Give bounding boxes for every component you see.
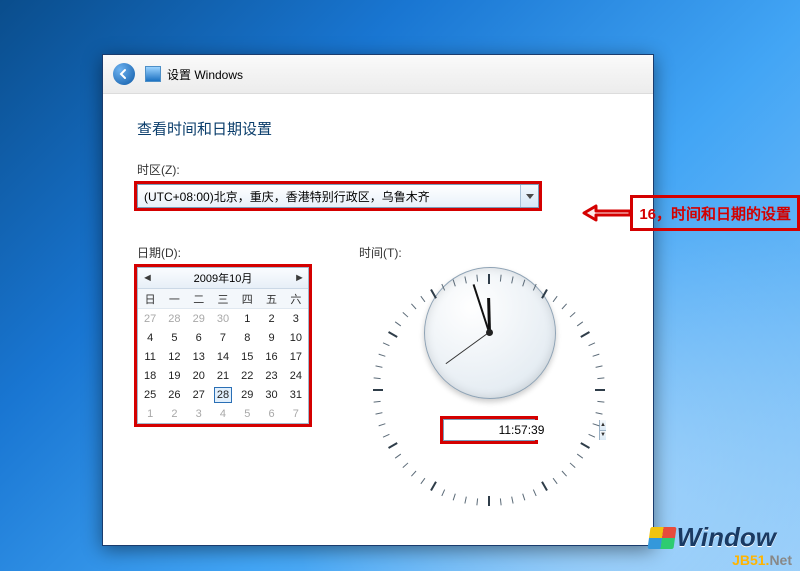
dialog-header: 设置 Windows [103, 55, 653, 94]
windows-setup-icon [145, 66, 161, 82]
calendar-day[interactable]: 5 [235, 404, 259, 423]
calendar-prev-month[interactable]: ◄ [142, 272, 152, 284]
calendar-day[interactable]: 13 [187, 347, 211, 366]
calendar-day[interactable]: 18 [138, 366, 162, 385]
calendar-day[interactable]: 8 [235, 328, 259, 347]
time-input[interactable] [444, 420, 599, 440]
calendar-day[interactable]: 3 [187, 404, 211, 423]
time-label: 时间(T): [359, 244, 619, 261]
back-button[interactable] [113, 63, 135, 85]
calendar-day[interactable]: 19 [162, 366, 186, 385]
calendar-day[interactable]: 27 [187, 385, 211, 404]
annotation-callout: 16，时间和日期的设置 [582, 196, 800, 230]
arrow-left-icon [582, 204, 630, 222]
windows-brand: Window [649, 522, 776, 553]
calendar-day[interactable]: 30 [259, 385, 283, 404]
time-spin-up[interactable]: ▲ [600, 420, 606, 430]
calendar-dow: 四 [235, 289, 259, 309]
watermark: JB51.Net [732, 552, 792, 568]
calendar-day[interactable]: 22 [235, 366, 259, 385]
calendar-dow: 三 [211, 289, 235, 309]
calendar-dow: 日 [138, 289, 162, 309]
calendar-day[interactable]: 16 [259, 347, 283, 366]
date-label: 日期(D): [137, 244, 327, 261]
calendar-day[interactable]: 26 [162, 385, 186, 404]
calendar-day[interactable]: 17 [284, 347, 308, 366]
timezone-label: 时区(Z): [137, 161, 619, 178]
chevron-down-icon [520, 185, 538, 207]
arrow-left-icon [118, 68, 130, 80]
calendar: ◄ 2009年10月 ► 日一二三四五六 2728293012345678910… [137, 267, 309, 424]
calendar-day[interactable]: 2 [259, 309, 283, 329]
calendar-day[interactable]: 24 [284, 366, 308, 385]
calendar-day[interactable]: 12 [162, 347, 186, 366]
calendar-day[interactable]: 14 [211, 347, 235, 366]
calendar-day[interactable]: 10 [284, 328, 308, 347]
calendar-day[interactable]: 9 [259, 328, 283, 347]
calendar-day[interactable]: 1 [138, 404, 162, 423]
calendar-day[interactable]: 3 [284, 309, 308, 329]
calendar-dow: 一 [162, 289, 186, 309]
calendar-day[interactable]: 30 [211, 309, 235, 329]
calendar-day[interactable]: 21 [211, 366, 235, 385]
calendar-day[interactable]: 1 [235, 309, 259, 329]
calendar-day[interactable]: 15 [235, 347, 259, 366]
dialog-title: 设置 Windows [167, 66, 243, 83]
calendar-day[interactable]: 2 [162, 404, 186, 423]
calendar-day[interactable]: 29 [235, 385, 259, 404]
calendar-month-title: 2009年10月 [194, 270, 253, 286]
calendar-day[interactable]: 28 [162, 309, 186, 329]
calendar-next-month[interactable]: ► [294, 272, 304, 284]
calendar-day[interactable]: 6 [259, 404, 283, 423]
calendar-day[interactable]: 23 [259, 366, 283, 385]
setup-dialog: 设置 Windows 查看时间和日期设置 时区(Z): (UTC+08:00)北… [102, 54, 654, 546]
timezone-selected-text: (UTC+08:00)北京，重庆，香港特别行政区，乌鲁木齐 [138, 188, 520, 205]
time-spin-down[interactable]: ▼ [600, 430, 606, 441]
analog-clock [424, 267, 554, 397]
windows-flag-icon [647, 527, 676, 549]
calendar-day[interactable]: 20 [187, 366, 211, 385]
time-input-wrapper: ▲ ▼ [443, 419, 535, 441]
calendar-day[interactable]: 7 [284, 404, 308, 423]
calendar-day[interactable]: 4 [138, 328, 162, 347]
calendar-day[interactable]: 6 [187, 328, 211, 347]
calendar-dow: 六 [284, 289, 308, 309]
calendar-day[interactable]: 29 [187, 309, 211, 329]
calendar-day[interactable]: 31 [284, 385, 308, 404]
calendar-dow: 五 [259, 289, 283, 309]
calendar-day[interactable]: 11 [138, 347, 162, 366]
calendar-day[interactable]: 7 [211, 328, 235, 347]
calendar-day[interactable]: 25 [138, 385, 162, 404]
timezone-dropdown[interactable]: (UTC+08:00)北京，重庆，香港特别行政区，乌鲁木齐 [137, 184, 539, 208]
calendar-day[interactable]: 28 [211, 385, 235, 404]
annotation-text: 16，时间和日期的设置 [630, 195, 800, 231]
calendar-day[interactable]: 4 [211, 404, 235, 423]
page-title: 查看时间和日期设置 [137, 118, 619, 139]
time-spinner: ▲ ▼ [599, 420, 606, 440]
calendar-grid: 日一二三四五六 27282930123456789101112131415161… [138, 289, 308, 423]
calendar-day[interactable]: 5 [162, 328, 186, 347]
calendar-day[interactable]: 27 [138, 309, 162, 329]
calendar-dow: 二 [187, 289, 211, 309]
